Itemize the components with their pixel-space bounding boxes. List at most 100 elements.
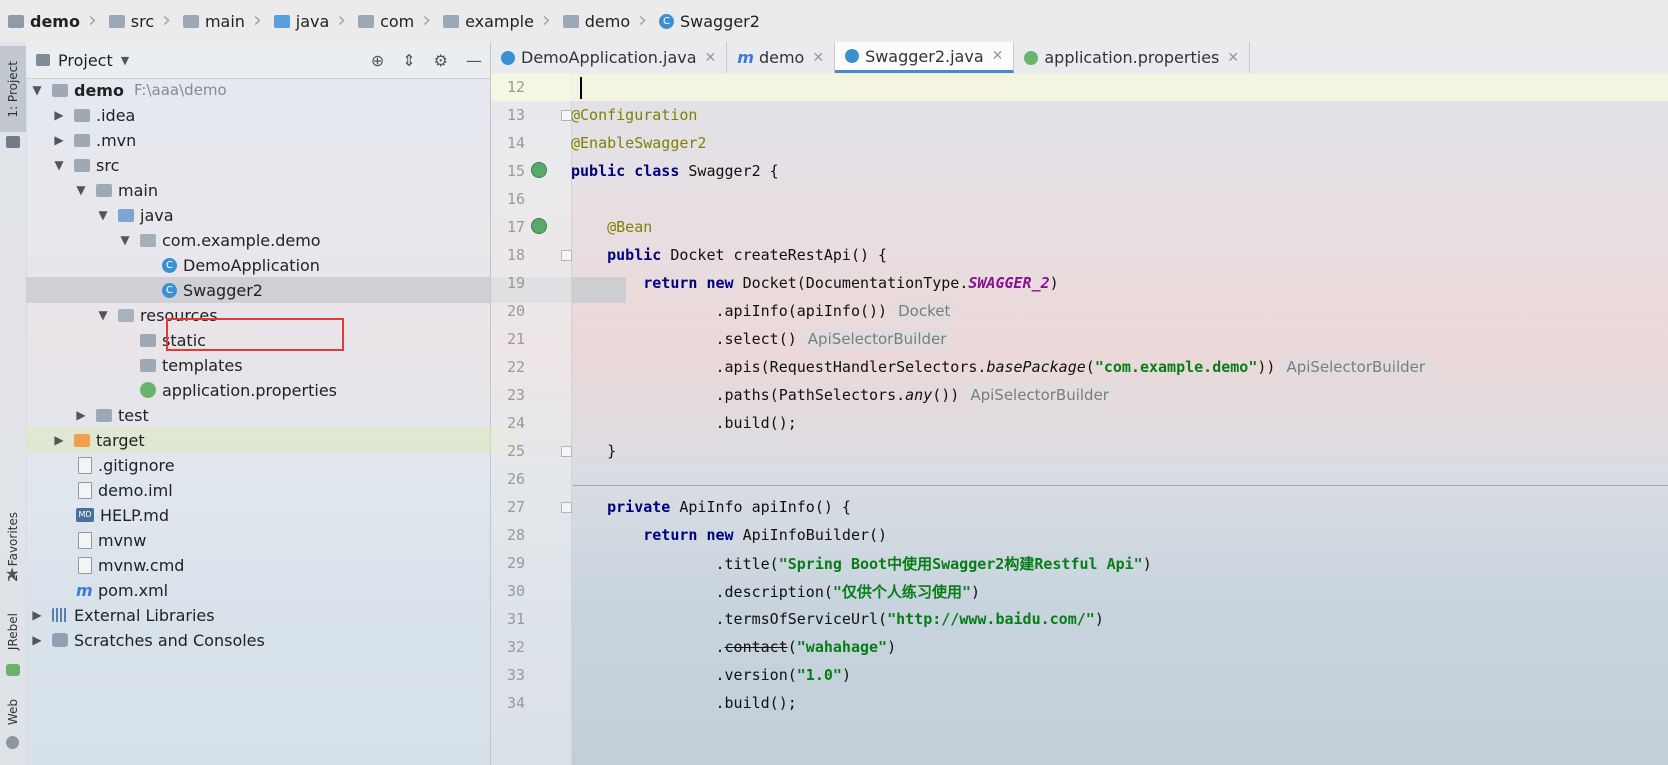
resources-folder-icon (118, 308, 134, 322)
tree-item-main[interactable]: ▼ main (26, 177, 538, 203)
module-folder-icon (52, 83, 68, 97)
breadcrumb-item-src[interactable]: src › (101, 0, 175, 42)
code-line: 31 .termsOfServiceUrl("http://www.baidu.… (506, 610, 1104, 628)
chevron-right-icon: ▶ (54, 133, 64, 147)
class-icon: C (162, 282, 177, 298)
spring-class-icon: C (162, 257, 177, 273)
close-icon[interactable]: ✕ (1227, 50, 1239, 66)
breadcrumb-item-java[interactable]: java › (266, 0, 350, 42)
minimize-icon[interactable]: — (466, 51, 482, 70)
close-icon[interactable]: ✕ (812, 50, 824, 66)
class-icon: C (658, 13, 674, 29)
tree-item-idea[interactable]: ▶ .idea (26, 102, 516, 128)
code-line: 12 (491, 73, 1668, 101)
code-line: 13 @Configuration (506, 106, 698, 124)
project-icon (36, 54, 50, 66)
navigation-breadcrumb: demo › src › main › java › com › example › dem… (0, 0, 1668, 43)
tab-swagger2-java[interactable]: Swagger2.java ✕ (835, 42, 1015, 73)
gear-icon[interactable]: ⚙ (434, 51, 448, 70)
method-separator (573, 485, 1668, 486)
breadcrumb-item-demo-package[interactable]: demo › (555, 0, 651, 42)
fold-marker-icon[interactable] (561, 110, 572, 121)
chevron-right-icon: ▶ (32, 633, 42, 647)
code-line: 32 .contact("wahahage") (506, 638, 897, 656)
tab-application-properties[interactable]: application.properties ✕ (1014, 42, 1251, 73)
breadcrumb-item-com[interactable]: com › (350, 0, 435, 42)
tree-item-gitignore[interactable]: .gitignore (26, 452, 542, 478)
excluded-folder-icon (74, 433, 90, 447)
tree-item-demo-iml[interactable]: demo.iml (26, 477, 542, 503)
tree-item-external-libraries[interactable]: ▶ External Libraries (26, 602, 494, 628)
collapse-all-icon[interactable]: ⇕ (402, 51, 415, 70)
star-icon: ★ (5, 564, 20, 583)
jrebel-icon (6, 664, 20, 676)
code-line: 26 (506, 470, 525, 488)
chevron-right-icon: › (87, 8, 97, 33)
chevron-right-icon: › (162, 8, 171, 33)
scratches-icon (52, 633, 68, 647)
type-hint: Docket (893, 301, 956, 321)
chevron-down-icon: ▼ (98, 308, 108, 322)
chevron-right-icon: ▶ (76, 408, 86, 422)
package-icon (562, 14, 579, 28)
fold-marker-icon[interactable] (561, 446, 572, 457)
code-line: 24 .build(); (506, 414, 797, 432)
breadcrumb-item-demo-module[interactable]: demo › (0, 0, 101, 42)
close-icon[interactable]: ✕ (705, 50, 717, 66)
project-view-selector[interactable]: Project ▼ (36, 51, 129, 70)
code-line: 29 .title("Spring Boot中使用Swagger2构建Restf… (506, 554, 1152, 573)
text-file-icon (78, 456, 92, 474)
tab-demo-application[interactable]: DemoApplication.java ✕ (491, 42, 728, 73)
code-line: 27 private ApiInfo apiInfo() { (506, 498, 851, 516)
spring-bean-gutter-icon[interactable] (531, 162, 547, 178)
close-icon[interactable]: ✕ (992, 48, 1004, 64)
code-line: 25 } (506, 442, 617, 460)
tool-tab-project[interactable]: 1: Project (0, 46, 26, 132)
tree-item-demo-root[interactable]: ▼ demo F:\aaa\demo (26, 77, 494, 103)
text-caret (580, 77, 582, 99)
fold-marker-icon[interactable] (561, 250, 572, 261)
tool-tab-jrebel[interactable]: JRebel (0, 602, 26, 662)
breadcrumb-item-example[interactable]: example › (435, 0, 555, 42)
tree-item-java[interactable]: ▼ java (26, 202, 560, 228)
module-icon (8, 14, 24, 28)
locate-crosshair-icon[interactable]: ⊕ (371, 51, 384, 70)
breadcrumb-item-main[interactable]: main › (175, 0, 266, 42)
code-line: 16 (506, 190, 525, 208)
tool-tab-web[interactable]: Web (0, 692, 26, 732)
maven-icon: m (737, 48, 754, 67)
tree-item-pom-xml[interactable]: m pom.xml (26, 577, 540, 603)
tree-item-mvnw-cmd[interactable]: mvnw.cmd (26, 552, 542, 578)
tab-demo-pom[interactable]: m demo ✕ (727, 42, 836, 73)
text-file-icon (78, 556, 92, 574)
spring-bean-gutter-icon[interactable] (531, 218, 547, 234)
tree-item-mvnw[interactable]: mvnw (26, 527, 542, 553)
chevron-right-icon: ▶ (54, 433, 64, 447)
tree-item-src[interactable]: ▼ src (26, 152, 516, 178)
tree-item-scratches[interactable]: ▶ Scratches and Consoles (26, 627, 494, 653)
folder-icon (74, 108, 90, 122)
tree-item-help-md[interactable]: MD HELP.md (26, 502, 540, 528)
fold-marker-icon[interactable] (561, 502, 572, 513)
code-line: 17 @Bean (506, 218, 653, 236)
type-hint: ApiSelectorBuilder (802, 329, 952, 349)
folder-icon (140, 358, 156, 372)
code-line: 22 .apis(RequestHandlerSelectors.basePac… (491, 353, 1668, 381)
dropdown-arrow-icon: ▼ (120, 53, 130, 67)
type-hint: ApiSelectorBuilder (965, 385, 1114, 405)
tree-item-test[interactable]: ▶ test (26, 402, 538, 428)
editor-tab-bar: DemoApplication.java ✕ m demo ✕ Swagger2.ja… (491, 42, 1668, 74)
tree-item-mvn[interactable]: ▶ .mvn (26, 127, 516, 153)
tree-item-target[interactable]: ▶ target (26, 427, 516, 453)
code-editor[interactable]: 12 13 @Configuration 14 @EnableSwagger2 15… (491, 73, 1668, 765)
breadcrumb-item-swagger2[interactable]: C Swagger2 (651, 0, 764, 42)
chevron-right-icon: › (422, 8, 432, 33)
folder-icon (74, 133, 90, 147)
code-line: 23 .paths(PathSelectors.any()) ApiSelecto… (491, 381, 1668, 409)
code-line: 28 return new ApiInfoBuilder() (506, 526, 888, 544)
spring-leaf-icon (140, 382, 156, 398)
chevron-down-icon: ▼ (32, 83, 42, 97)
chevron-down-icon: ▼ (120, 233, 130, 247)
chevron-down-icon: ▼ (98, 208, 108, 222)
folder-icon (140, 333, 156, 347)
